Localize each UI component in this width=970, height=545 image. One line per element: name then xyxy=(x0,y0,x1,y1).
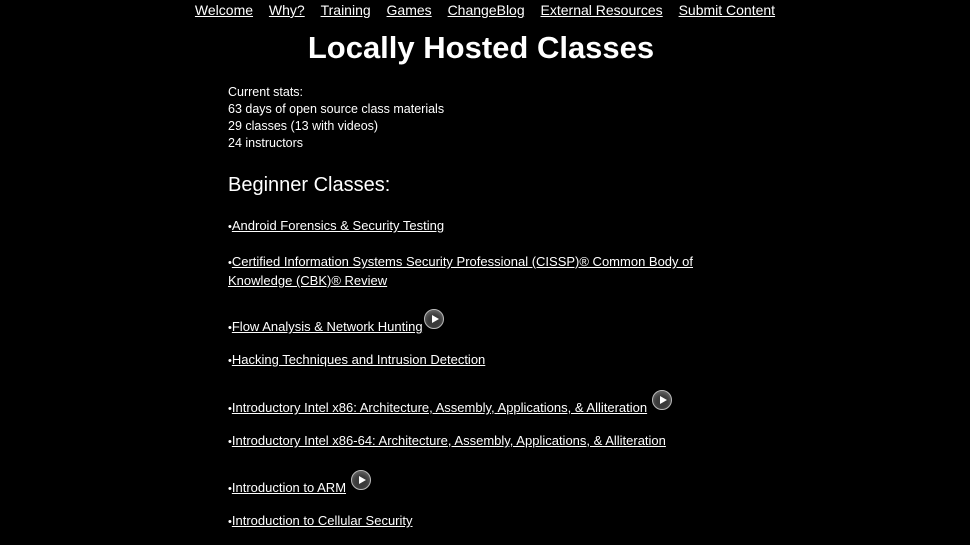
class-item: •Introduction to ARM xyxy=(228,470,708,498)
stats-heading: Current stats: xyxy=(228,85,304,99)
nav-submit-content[interactable]: Submit Content xyxy=(679,2,776,18)
class-item: •Introductory Intel x86-64: Architecture… xyxy=(228,432,748,451)
nav-training[interactable]: Training xyxy=(321,2,371,18)
play-icon[interactable] xyxy=(651,390,672,410)
play-icon[interactable] xyxy=(350,470,371,490)
class-link[interactable]: Android Forensics & Security Testing xyxy=(232,218,444,233)
nav-games[interactable]: Games xyxy=(387,2,432,18)
class-link[interactable]: Introductory Intel x86: Architecture, As… xyxy=(232,400,647,415)
class-item: •Hacking Techniques and Intrusion Detect… xyxy=(228,351,708,370)
class-item: •Certified Information Systems Security … xyxy=(228,253,708,290)
class-item: •Introductory Intel x86: Architecture, A… xyxy=(228,390,748,418)
class-item: •Flow Analysis & Network Hunting xyxy=(228,309,708,337)
nav-changeblog[interactable]: ChangeBlog xyxy=(448,2,525,18)
class-link[interactable]: Hacking Techniques and Intrusion Detecti… xyxy=(232,352,485,367)
page-title: Locally Hosted Classes xyxy=(307,30,655,65)
class-link[interactable]: Introduction to ARM xyxy=(232,480,346,495)
stats-block: Current stats: 63 days of open source cl… xyxy=(228,84,444,152)
stats-classes: 29 classes (13 with videos) xyxy=(228,119,379,133)
class-item: •Introduction to Cellular Security xyxy=(228,512,708,531)
class-link[interactable]: Flow Analysis & Network Hunting xyxy=(232,319,423,334)
class-link[interactable]: Introductory Intel x86-64: Architecture,… xyxy=(232,433,666,448)
nav-why[interactable]: Why? xyxy=(269,2,305,18)
section-title: Beginner Classes: xyxy=(228,174,391,196)
stats-instructors: 24 instructors xyxy=(228,136,304,150)
class-link[interactable]: Certified Information Systems Security P… xyxy=(228,254,693,288)
nav-external-resources[interactable]: External Resources xyxy=(541,2,663,18)
class-link[interactable]: Introduction to Cellular Security xyxy=(232,513,413,528)
top-nav: Welcome Why? Training Games ChangeBlog E… xyxy=(0,1,970,19)
play-icon[interactable] xyxy=(423,309,444,329)
nav-welcome[interactable]: Welcome xyxy=(195,2,253,18)
stats-days: 63 days of open source class materials xyxy=(228,102,445,116)
class-item: •Android Forensics & Security Testing xyxy=(228,217,708,236)
